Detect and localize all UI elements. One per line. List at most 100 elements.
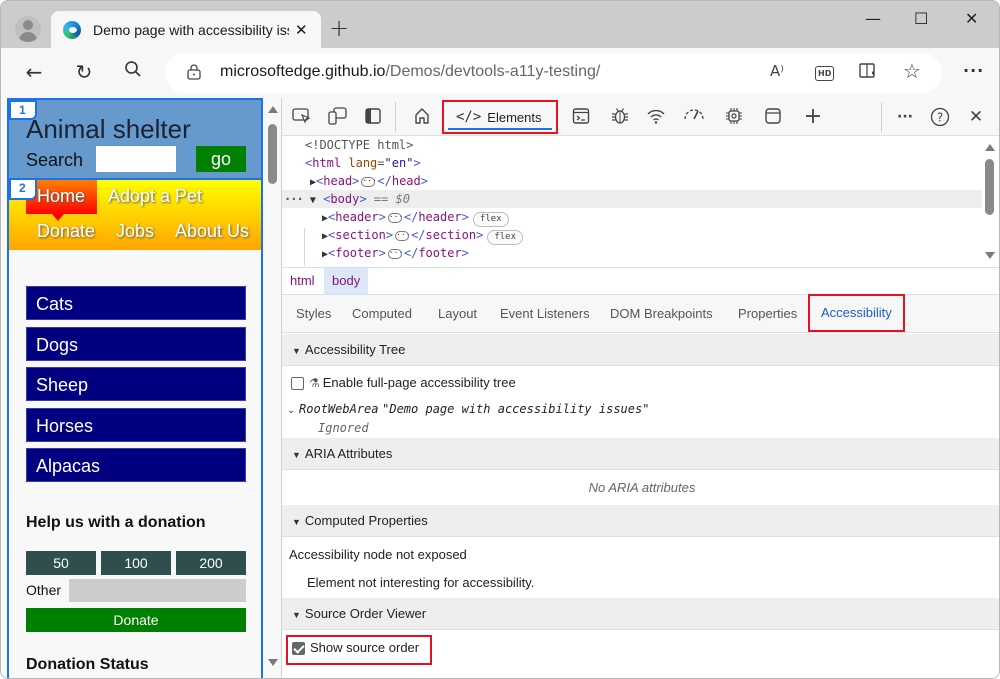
dom-node-header[interactable]: ▶<header> ···</header> flex [282,208,982,227]
tab-accessibility[interactable]: Accessibility [808,294,905,332]
animal-button-alpacas[interactable]: Alpacas [26,448,246,482]
checkbox-label: Enable full-page accessibility tree [322,375,516,390]
tab-layout[interactable]: Layout [438,295,477,332]
memory-chip-icon[interactable] [723,107,745,130]
url-text[interactable]: microsoftedge.github.io/Demos/devtools-a… [220,63,600,81]
nav-link-donate[interactable]: Donate [37,221,95,242]
network-wifi-icon[interactable] [645,107,667,130]
refresh-button[interactable]: ↻ [71,60,97,84]
chevron-down-icon[interactable]: ⌄ [287,405,295,416]
tab-styles[interactable]: Styles [296,295,331,332]
back-button[interactable]: ← [21,60,47,84]
donate-button[interactable]: Donate [26,608,246,632]
collapsed-ellipsis[interactable]: ··· [361,176,377,187]
nav-link-jobs[interactable]: Jobs [116,221,154,242]
application-window-icon[interactable] [762,107,784,130]
ax-tree-root-node[interactable]: ⌄ RootWebArea "Demo page with accessibil… [287,401,649,416]
close-tab-icon[interactable]: ✕ [295,21,308,39]
animal-button-sheep[interactable]: Sheep [26,367,246,401]
favorite-star-icon[interactable]: ☆ [903,59,921,83]
hd-icon[interactable]: HD [815,66,835,81]
tag-name: html [312,156,342,170]
tab-properties[interactable]: Properties [738,295,797,332]
breadcrumb-body[interactable]: body [324,268,369,294]
inspect-icon[interactable] [291,107,313,130]
animal-button-cats[interactable]: Cats [26,286,246,320]
url-path: /Demos/devtools-a11y-testing/ [385,63,601,80]
dom-node-footer[interactable]: ▶<footer> ···</footer> [282,244,982,262]
amount-button-100[interactable]: 100 [101,551,171,575]
minimize-button[interactable]: — [865,9,881,28]
collapsed-ellipsis[interactable]: ··· [387,248,403,259]
console-icon[interactable] [570,107,592,130]
customize-more-icon[interactable]: ··· [894,107,916,127]
tab-title: Demo page with accessibility issues [93,21,289,38]
more-tools-plus-icon[interactable]: + [802,106,824,128]
browser-tab[interactable]: Demo page with accessibility issues ✕ [51,11,321,48]
devtools-panel: </> Elements + ··· ? ✕ <!DOCTYPE html> <… [281,98,999,678]
close-devtools-icon[interactable]: ✕ [965,107,987,127]
flex-badge[interactable]: flex [487,230,524,245]
breadcrumb: html body [282,267,999,295]
new-tab-button[interactable]: + [329,15,349,41]
scroll-down-icon[interactable] [985,252,995,259]
maximize-button[interactable]: ☐ [914,9,928,28]
animal-button-horses[interactable]: Horses [26,408,246,442]
read-aloud-icon[interactable]: A⁾ [770,62,784,80]
sources-bug-icon[interactable] [609,107,631,130]
dom-node-html[interactable]: <html lang="en"> [282,154,982,172]
dom-doctype[interactable]: <!DOCTYPE html> [282,136,982,154]
enable-full-tree-row[interactable]: ⚗ Enable full-page accessibility tree [291,375,516,391]
section-computed-properties[interactable]: ▼ Computed Properties [282,505,999,537]
search-button[interactable] [120,60,146,83]
dom-node-body[interactable]: ··· ▼ <body> == $0 [282,190,982,208]
page-scrollbar[interactable] [265,98,281,678]
performance-gauge-icon[interactable] [683,107,705,130]
device-emulation-icon[interactable] [327,107,349,130]
tab-computed[interactable]: Computed [352,295,412,332]
scroll-thumb[interactable] [985,159,994,215]
collapse-triangle-icon[interactable]: ▼ [310,195,316,206]
node-actions-icon[interactable]: ··· [284,192,304,206]
dock-side-icon[interactable] [362,107,384,130]
close-window-button[interactable]: ✕ [965,9,978,28]
tab-event-listeners[interactable]: Event Listeners [500,295,590,332]
other-amount-input[interactable] [69,579,246,602]
settings-more-button[interactable]: ··· [963,61,984,80]
go-button[interactable]: go [196,146,246,172]
immersive-reader-icon[interactable] [859,62,879,84]
nav-link-about[interactable]: About Us [175,221,249,242]
section-source-order-viewer[interactable]: ▼ Source Order Viewer [282,598,999,630]
dom-tree-scrollbar[interactable] [982,136,999,266]
collapsed-ellipsis[interactable]: ··· [395,230,411,241]
address-bar[interactable]: microsoftedge.github.io/Demos/devtools-a… [165,53,942,93]
section-title: Accessibility Tree [304,342,406,357]
nav-link-home[interactable]: Home [37,186,85,207]
amount-button-200[interactable]: 200 [176,551,246,575]
section-accessibility-tree[interactable]: ▼ Accessibility Tree [282,334,999,366]
welcome-home-icon[interactable] [411,107,433,130]
lock-icon[interactable] [187,64,201,80]
enable-full-tree-checkbox[interactable] [291,377,304,391]
nav-link-adopt[interactable]: Adopt a Pet [108,186,202,207]
scroll-thumb[interactable] [268,124,277,184]
scroll-up-icon[interactable] [268,106,278,113]
scroll-down-icon[interactable] [268,659,278,666]
help-icon[interactable]: ? [929,107,951,132]
breadcrumb-html[interactable]: html [282,268,323,294]
svg-text:?: ? [937,111,943,125]
tab-dom-breakpoints[interactable]: DOM Breakpoints [610,295,713,332]
amount-button-50[interactable]: 50 [26,551,96,575]
dom-node-section[interactable]: ▶<section> ···</section> flex [282,226,982,245]
scroll-up-icon[interactable] [985,144,995,151]
collapsed-ellipsis[interactable]: ··· [387,212,403,223]
show-source-order-row[interactable]: Show source order [292,640,419,656]
search-input[interactable] [96,146,176,172]
flex-badge[interactable]: flex [472,212,509,227]
tab-elements[interactable]: </> Elements [442,100,558,134]
profile-avatar-icon[interactable] [15,16,41,42]
dom-node-head[interactable]: ▶<head> ···</head> [282,172,982,190]
show-source-order-checkbox[interactable] [292,642,305,656]
animal-button-dogs[interactable]: Dogs [26,327,246,361]
section-aria-attributes[interactable]: ▼ ARIA Attributes [282,438,999,470]
